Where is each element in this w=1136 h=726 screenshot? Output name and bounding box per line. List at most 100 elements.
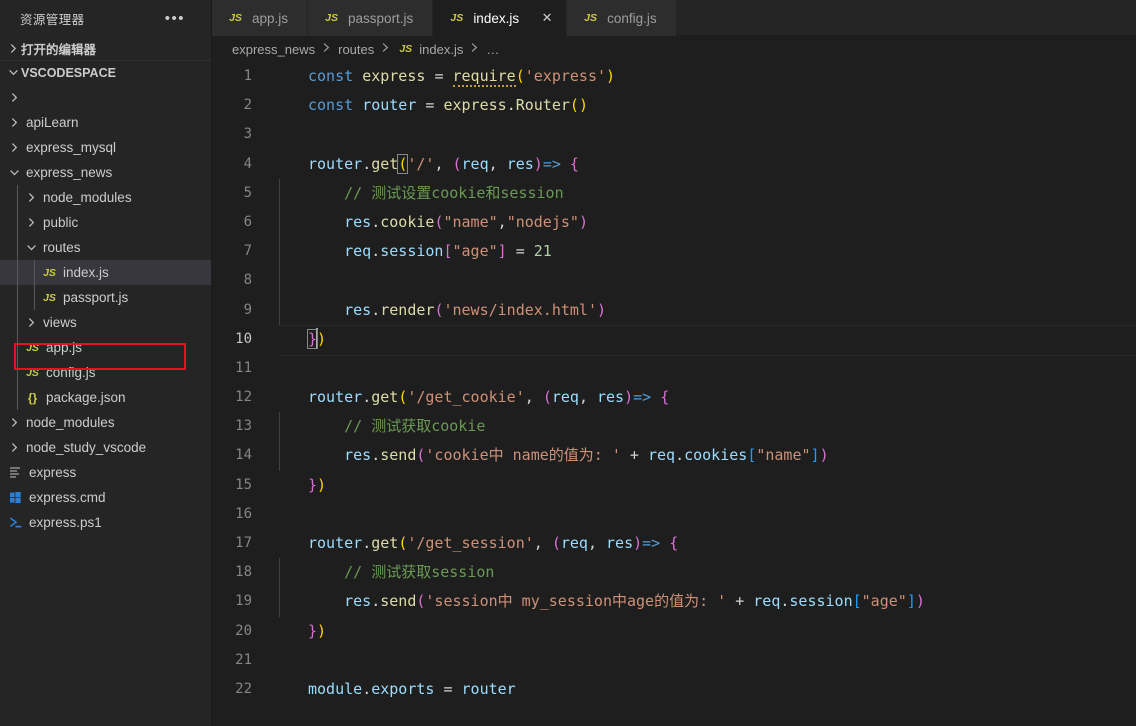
tree-item-express[interactable]: express	[0, 460, 211, 485]
tree-item-label: node_modules	[43, 190, 132, 205]
breadcrumb-label: …	[486, 41, 500, 57]
indent-guide	[279, 412, 280, 442]
token: router	[308, 534, 363, 552]
tab-passport-js[interactable]: JS passport.js	[308, 0, 434, 36]
code-line-22: 22 module.exports = router	[212, 675, 1136, 704]
tree-item-node-modules[interactable]: node_modules	[0, 185, 211, 210]
token: (	[569, 96, 579, 115]
tree-item-routes[interactable]: routes	[0, 235, 211, 260]
token: ]	[906, 592, 916, 611]
open-editors-label: 打开的编辑器	[21, 42, 97, 57]
tab-close-icon[interactable]: ✕	[540, 10, 554, 26]
token: .	[675, 446, 685, 465]
tree-item-config-js[interactable]: JS config.js	[0, 360, 211, 385]
code-text: res.send('session中 my_session中age的值为: ' …	[278, 587, 925, 617]
token: express	[443, 96, 507, 115]
tab-app-js[interactable]: JS app.js	[212, 0, 309, 36]
tree-item-content: apiLearn	[0, 115, 79, 131]
code-line-19: 19 res.send('session中 my_session中age的值为:…	[212, 587, 1136, 617]
js-file-icon: JS	[229, 12, 242, 24]
line-number: 15	[235, 476, 252, 493]
token: =>	[633, 388, 652, 407]
token: 'express'	[524, 67, 607, 85]
line-number: 3	[243, 126, 252, 143]
token: )	[597, 300, 607, 319]
breadcrumb-item-index-js[interactable]: JS index.js	[397, 42, 463, 57]
token: get	[371, 534, 399, 552]
code-editor[interactable]: 1 const express = require('express') 2 cons…	[212, 62, 1136, 726]
tree-item-express-mysql[interactable]: express_mysql	[0, 135, 211, 160]
token: .	[362, 388, 372, 407]
open-editors-section[interactable]: 打开的编辑器	[0, 36, 211, 60]
token: +	[735, 592, 745, 611]
workspace-section[interactable]: VSCODESPACE	[0, 60, 211, 84]
tree-item-folder[interactable]	[0, 85, 211, 110]
token: )	[533, 154, 543, 173]
code-line-3: 3	[212, 120, 1136, 149]
tree-item-content: express.cmd	[0, 490, 106, 505]
token: exports	[371, 679, 435, 698]
token: router	[308, 388, 363, 407]
code-line-16: 16	[212, 500, 1136, 529]
tab-index-js[interactable]: JS index.js ✕	[433, 0, 568, 36]
token: req	[753, 592, 781, 611]
tree-item-apilearn[interactable]: apiLearn	[0, 110, 211, 135]
token: "name"	[756, 446, 811, 465]
token: [	[852, 592, 862, 611]
token: cookie	[380, 212, 435, 231]
token: '/get_cookie'	[407, 388, 525, 407]
editor-area: JS app.js JS passport.js JS index.js ✕ JS config…	[212, 0, 1136, 726]
tree-item-express-news[interactable]: express_news	[0, 160, 211, 185]
token: "age"	[452, 242, 498, 261]
tree-item-express-cmd[interactable]: express.cmd	[0, 485, 211, 510]
js-file-icon: JS	[43, 266, 56, 279]
breadcrumb-item-express_news[interactable]: express_news	[232, 42, 315, 57]
token: ,	[524, 388, 534, 407]
breadcrumb-item-routes[interactable]: routes	[338, 42, 374, 57]
tree-item-express-ps1[interactable]: express.ps1	[0, 510, 211, 535]
tree-item-views[interactable]: views	[0, 310, 211, 335]
tree-item-public[interactable]: public	[0, 210, 211, 235]
tree-item-app-js[interactable]: JS app.js	[0, 335, 211, 360]
indent-guide	[279, 441, 280, 471]
code-line-1: 1 const express = require('express')	[212, 62, 1136, 91]
tab-config-js[interactable]: JS config.js	[567, 0, 677, 36]
chevron-right-icon	[23, 315, 39, 331]
explorer-header: 资源管理器 •••	[0, 0, 211, 36]
token: req	[560, 534, 588, 552]
token: ,	[533, 534, 543, 552]
tree-item-label: express	[29, 465, 77, 480]
indent-guide	[17, 310, 18, 335]
tab-label: config.js	[607, 10, 657, 26]
tree-item-content	[0, 90, 26, 106]
indent-guide	[17, 210, 18, 235]
tree-item-index-js[interactable]: JS index.js	[0, 260, 211, 285]
breadcrumb: express_news routes JS index.js …	[212, 36, 1136, 62]
indent-guide	[17, 385, 18, 410]
token: '/'	[407, 154, 435, 173]
token: require	[452, 67, 516, 87]
line-number: 11	[235, 359, 252, 376]
chevron-right-icon	[6, 415, 22, 431]
indent-guide	[17, 285, 18, 310]
token: router	[308, 154, 363, 173]
tree-item-content: node_modules	[0, 190, 132, 206]
ellipsis-icon[interactable]: •••	[165, 10, 203, 27]
tree-item-node-study-vscode[interactable]: node_study_vscode	[0, 435, 211, 460]
tree-item-passport-js[interactable]: JS passport.js	[0, 285, 211, 310]
breadcrumb-item-…[interactable]: …	[486, 42, 499, 57]
tree-item-label: express.cmd	[29, 490, 106, 505]
tree-item-package-json[interactable]: {} package.json	[0, 385, 211, 410]
token: +	[629, 446, 639, 465]
indent-guide	[17, 185, 18, 210]
line-number: 20	[235, 622, 252, 639]
tree-item-node-modules[interactable]: node_modules	[0, 410, 211, 435]
